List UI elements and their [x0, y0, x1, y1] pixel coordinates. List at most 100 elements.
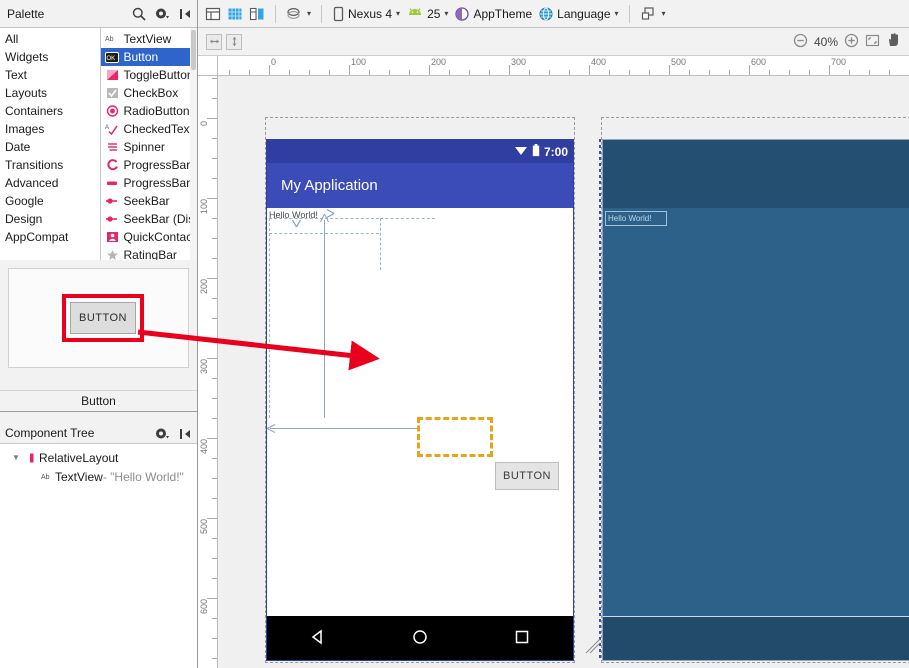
fit-height-icon[interactable] — [226, 33, 242, 50]
chevron-down-icon[interactable]: ▾ — [444, 9, 448, 18]
palette-item-label: SeekBar — [123, 194, 170, 208]
ruler-label: 0 — [271, 57, 277, 67]
language-selector[interactable]: Language ▾ — [535, 3, 621, 25]
progressbar-icon — [105, 158, 120, 172]
palette-item-seekbar-discrete[interactable]: SeekBar (Dis — [101, 210, 198, 228]
palette-category-containers[interactable]: Containers — [0, 102, 100, 120]
palette-item-progressbar-horizontal[interactable]: ProgressBar — [101, 174, 198, 192]
drag-ghost-button[interactable]: BUTTON — [495, 462, 559, 490]
palette-item-textview[interactable]: Ab TextView — [101, 30, 198, 48]
design-canvas-area[interactable]: 0 100 200 300 400 500 600 700 0 100 200 … — [198, 56, 909, 668]
status-time: 7:00 — [543, 144, 568, 159]
search-icon[interactable] — [131, 6, 147, 22]
drop-target-outline[interactable] — [417, 417, 493, 457]
api-level-selector[interactable]: 25 ▾ — [403, 3, 451, 25]
palette-item-quickcontactbadge[interactable]: QuickContac — [101, 228, 198, 246]
view-mode-group — [202, 3, 268, 25]
component-tree-body[interactable]: ▼ RelativeLayout Ab TextView - "Hello Wo… — [0, 444, 197, 668]
pan-hand-icon[interactable] — [886, 32, 901, 51]
canvas-viewport[interactable]: 7:00 My Application Hello World! BUTTON … — [219, 77, 909, 668]
palette-item-label: QuickContac — [123, 230, 193, 244]
blueprint-mode-icon[interactable] — [224, 3, 246, 25]
palette-scrollbar[interactable] — [190, 28, 197, 260]
zoom-in-icon[interactable] — [844, 33, 859, 51]
orientation-button[interactable]: ▾ — [283, 3, 314, 25]
zoom-out-icon[interactable] — [793, 33, 808, 51]
tree-node-relativelayout[interactable]: ▼ RelativeLayout — [0, 448, 197, 467]
design-mode-icon[interactable] — [202, 3, 224, 25]
palette-item-label: TextView — [123, 32, 172, 46]
palette-item-checkedtextview[interactable]: A CheckedTextView — [101, 120, 198, 138]
palette-category-transitions[interactable]: Transitions — [0, 156, 100, 174]
chevron-down-icon[interactable]: ▼ — [8, 453, 24, 462]
app-title: My Application — [281, 177, 378, 194]
zoom-fit-icon[interactable] — [865, 33, 880, 51]
togglebutton-icon — [105, 68, 120, 82]
theme-selector[interactable]: AppTheme — [451, 3, 535, 25]
palette-category-advanced[interactable]: Advanced — [0, 174, 100, 192]
split-mode-icon[interactable] — [246, 3, 268, 25]
tree-node-textview[interactable]: Ab TextView - "Hello World!" — [0, 467, 197, 486]
canvas-resize-grip[interactable] — [585, 638, 601, 654]
fit-width-icon[interactable] — [206, 33, 222, 50]
blueprint-nav-bar — [603, 616, 909, 660]
palette-category-google[interactable]: Google — [0, 192, 100, 210]
checkedtextview-icon: A — [105, 122, 120, 136]
palette-category-images[interactable]: Images — [0, 120, 100, 138]
canvas-zoom-bar: 40% — [198, 28, 909, 56]
design-preview-device[interactable]: 7:00 My Application Hello World! BUTTON — [266, 139, 574, 661]
chevron-down-icon[interactable]: ▾ — [307, 9, 311, 18]
palette-item-button[interactable]: OK Button — [100, 48, 197, 66]
measure-line-vertical — [324, 220, 325, 418]
palette-category-date[interactable]: Date — [0, 138, 100, 156]
seekbar-icon — [105, 194, 120, 208]
palette-item-spinner[interactable]: Spinner — [101, 138, 198, 156]
layout-variants-button[interactable]: ▾ — [637, 3, 669, 25]
component-tree-header: Component Tree — [0, 423, 197, 444]
palette-item-checkbox[interactable]: CheckBox — [101, 84, 198, 102]
palette-widget-list[interactable]: Ab TextView OK Button ToggleButton Check… — [100, 28, 198, 260]
palette-scrollbar-thumb[interactable] — [191, 30, 196, 70]
ruler-corner — [198, 56, 218, 76]
chevron-down-icon[interactable]: ▾ — [662, 9, 666, 18]
collapse-icon[interactable] — [177, 6, 193, 22]
palette-category-text[interactable]: Text — [0, 66, 100, 84]
palette-item-progressbar[interactable]: ProgressBar — [101, 156, 198, 174]
guide-right-dashed — [380, 218, 381, 270]
chevron-down-icon[interactable]: ▾ — [615, 9, 619, 18]
palette-category-design[interactable]: Design — [0, 210, 100, 228]
palette-category-list[interactable]: All Widgets Text Layouts Containers Imag… — [0, 28, 101, 260]
palette-item-label: Button — [123, 50, 159, 64]
measure-arrow-left-icon — [267, 424, 276, 433]
anchor-down-icon — [291, 219, 302, 228]
collapse-icon[interactable] — [177, 426, 193, 442]
toolbar-separator — [321, 4, 323, 23]
palette-item-seekbar[interactable]: SeekBar — [101, 192, 198, 210]
blueprint-preview-device[interactable]: Hello World! — [602, 139, 909, 661]
device-selector[interactable]: Nexus 4 ▾ — [329, 3, 403, 25]
palette-item-label: CheckedTextView — [123, 122, 198, 136]
gear-icon[interactable] — [154, 426, 170, 442]
back-icon[interactable] — [308, 627, 328, 650]
palette-item-togglebutton[interactable]: ToggleButton — [101, 66, 198, 84]
svg-text:Ab: Ab — [41, 474, 50, 481]
component-tree-title: Component Tree — [5, 426, 95, 440]
chevron-down-icon[interactable]: ▾ — [396, 9, 400, 18]
palette-item-label: ProgressBar — [123, 158, 191, 172]
gear-icon[interactable] — [154, 6, 170, 22]
recents-icon[interactable] — [512, 627, 532, 650]
palette-category-layouts[interactable]: Layouts — [0, 84, 100, 102]
palette-category-appcompat[interactable]: AppCompat — [0, 228, 100, 246]
palette-item-label: SeekBar (Dis — [123, 212, 195, 226]
home-icon[interactable] — [410, 627, 430, 650]
relativelayout-icon — [24, 452, 39, 464]
palette-item-radiobutton[interactable]: RadioButton — [101, 102, 198, 120]
guide-mid-dashed — [380, 218, 435, 219]
svg-text:A: A — [105, 125, 109, 131]
wifi-icon — [514, 144, 528, 159]
palette-category-widgets[interactable]: Widgets — [0, 48, 100, 66]
tree-node-label: TextView — [55, 469, 103, 484]
blueprint-hello-world-textview[interactable]: Hello World! — [605, 211, 667, 226]
palette-category-all[interactable]: All — [0, 30, 100, 48]
palette-item-ratingbar[interactable]: RatingBar — [101, 246, 198, 260]
